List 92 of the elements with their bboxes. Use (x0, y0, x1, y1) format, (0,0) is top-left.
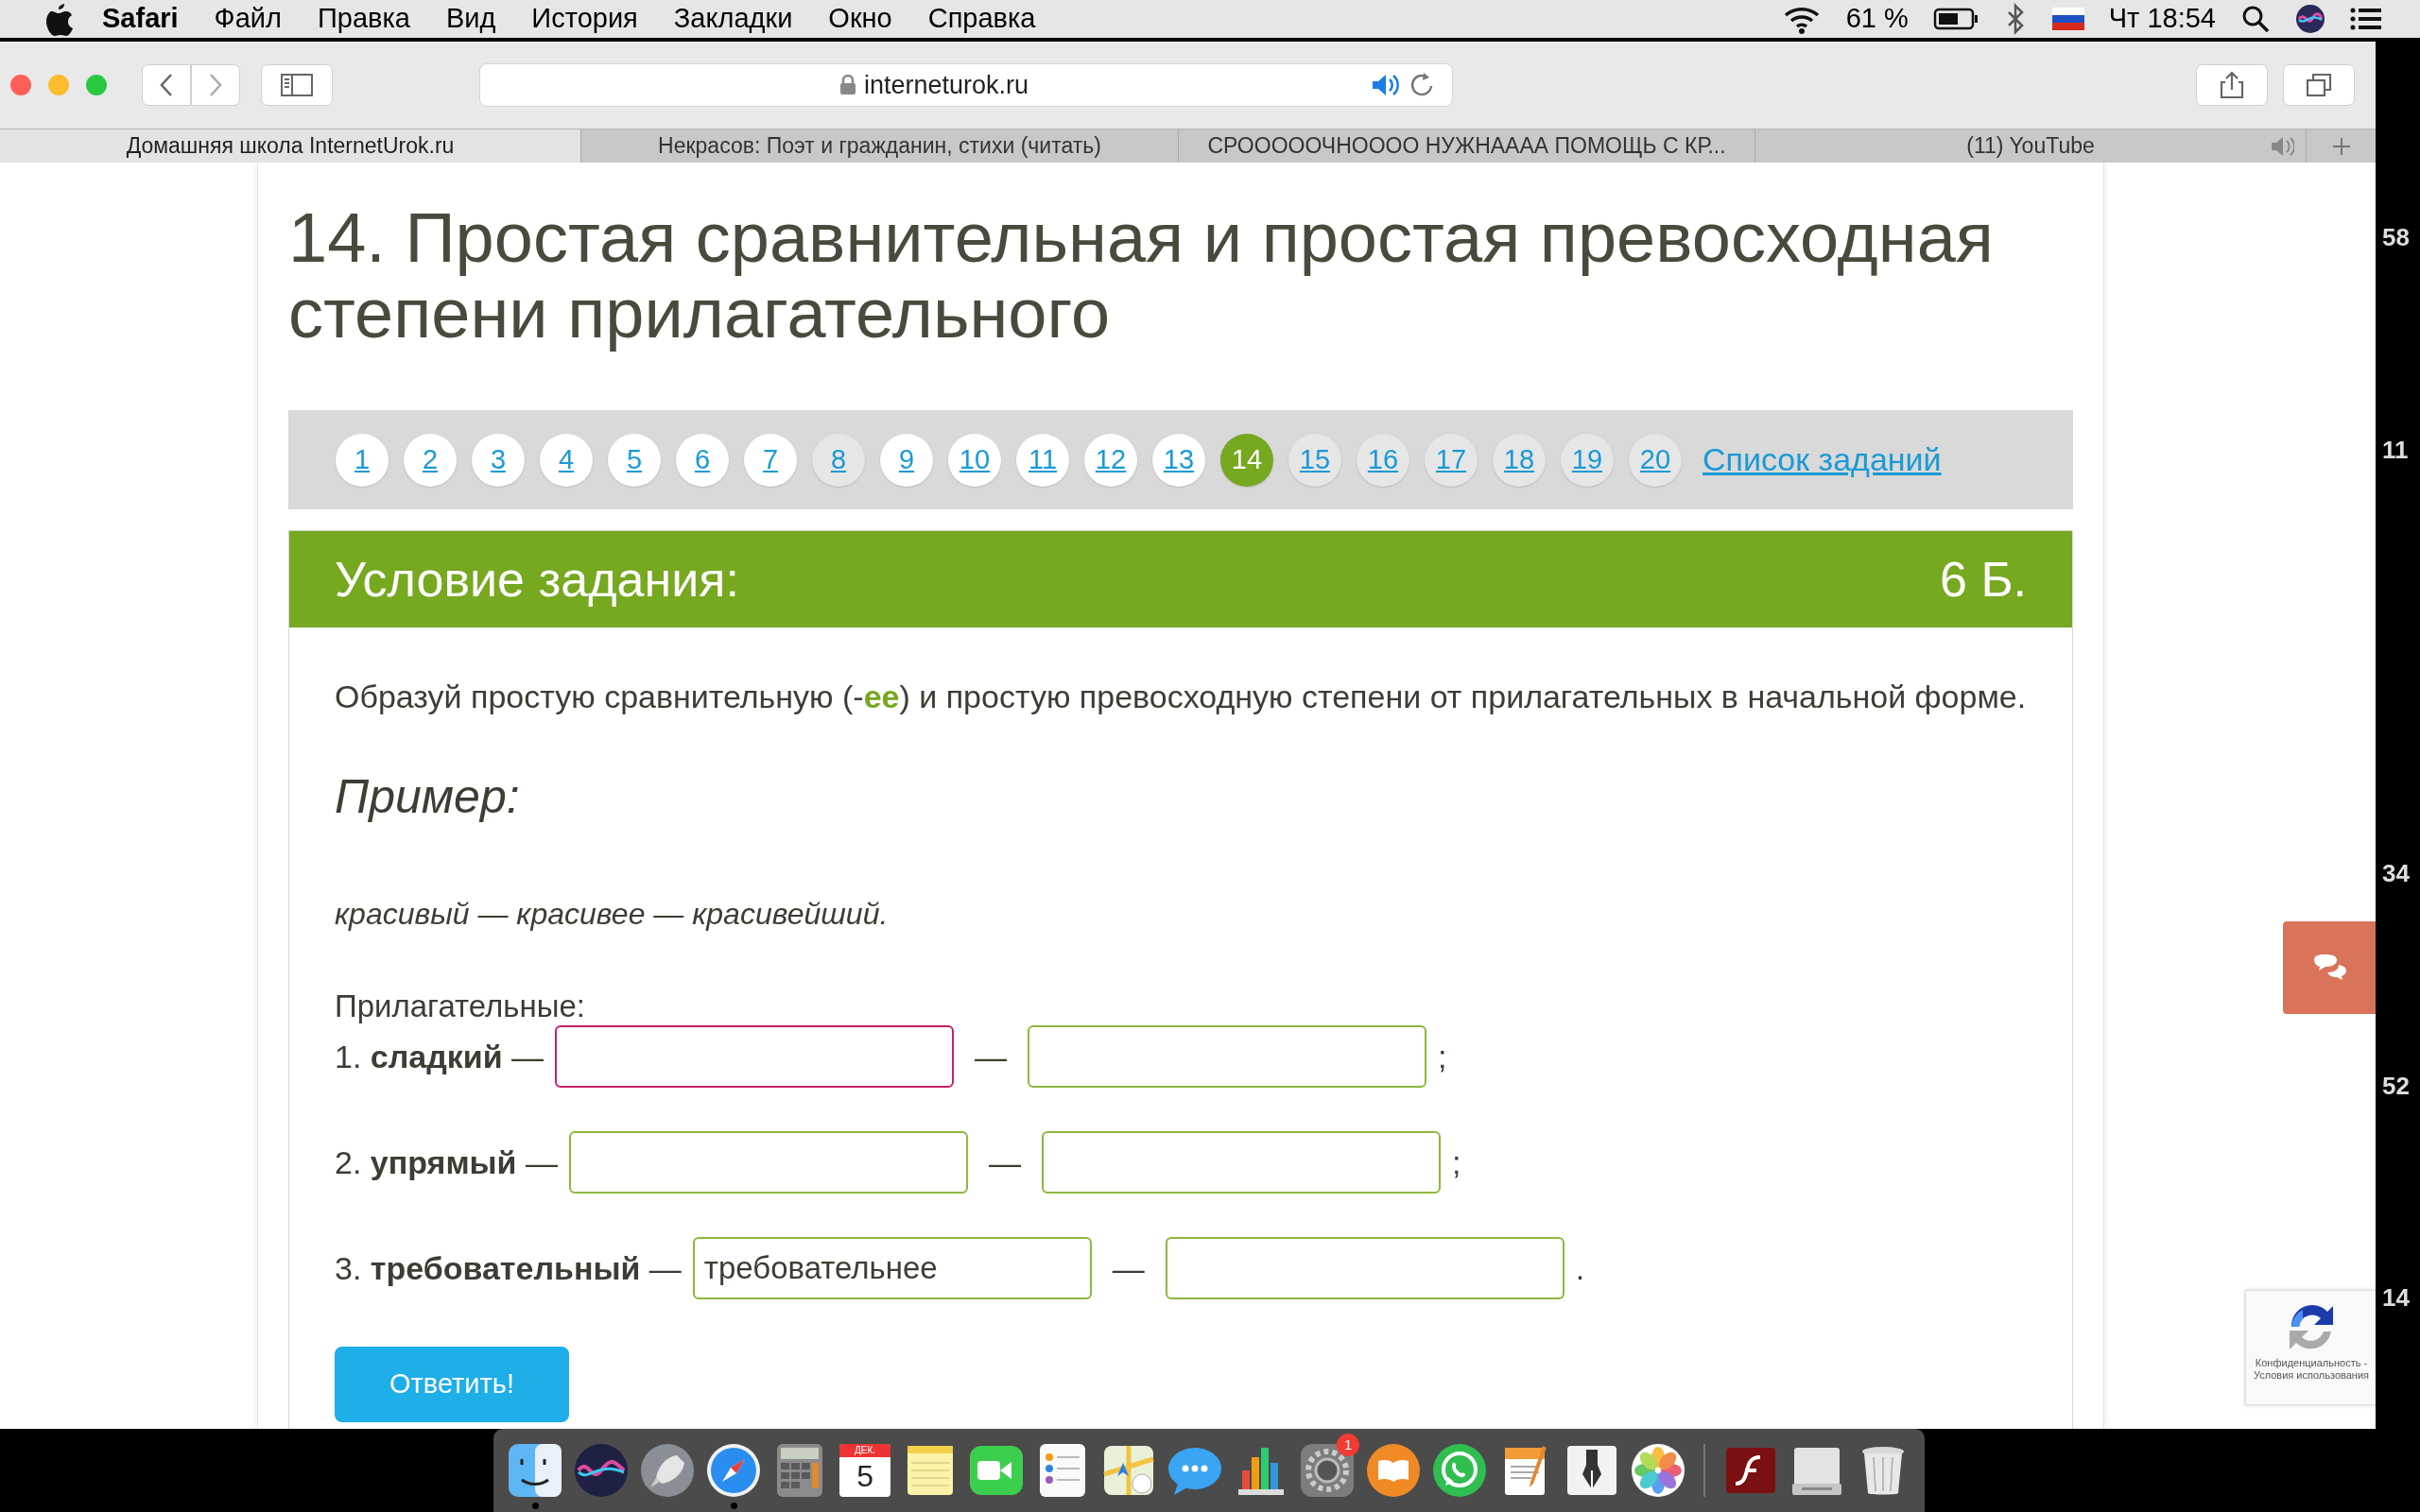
flower-icon[interactable] (1630, 1442, 1687, 1499)
notification-badge: 1 (1337, 1434, 1360, 1456)
back-button[interactable] (142, 64, 191, 106)
tabs-overview-button[interactable] (2283, 64, 2355, 106)
answer-field[interactable] (568, 1131, 968, 1194)
task-number-link[interactable]: 16 (1357, 433, 1409, 487)
task-number-link[interactable]: 9 (880, 433, 933, 487)
submit-button[interactable]: Ответить! (335, 1347, 569, 1422)
answer-field[interactable] (1165, 1237, 1564, 1299)
tabs-icon (2306, 73, 2332, 97)
address-text: interneturok.ru (863, 69, 1029, 101)
menu-item[interactable]: История (531, 0, 638, 40)
siri-icon[interactable] (2295, 4, 2325, 34)
menu-item[interactable]: Файл (214, 0, 282, 40)
task-number-link[interactable]: 4 (540, 433, 593, 487)
dash-text: — (975, 1037, 1008, 1076)
answer-field[interactable] (1041, 1131, 1441, 1194)
adjectives-label: Прилагательные: (335, 988, 586, 1025)
reload-icon[interactable] (1409, 72, 1435, 98)
answer-field[interactable] (1028, 1025, 1427, 1088)
book-icon[interactable] (1365, 1442, 1423, 1499)
browser-tab[interactable]: Домашняя школа InternetUrok.ru (0, 129, 581, 163)
menu-item[interactable]: Закладки (673, 0, 793, 40)
recaptcha-links[interactable]: Конфиденциальность - Условия использования (2246, 1357, 2376, 1382)
app-menu[interactable]: Safari (102, 0, 179, 40)
share-icon (2219, 71, 2245, 99)
task-number-link[interactable]: 11 (1016, 433, 1069, 487)
adjective-label: 1. сладкий — (335, 1037, 544, 1076)
adjective-label: 2. упрямый — (335, 1143, 558, 1182)
sidebar-button[interactable] (261, 64, 333, 106)
chat-button[interactable] (2283, 921, 2376, 1014)
phone-bubble-icon[interactable] (1431, 1442, 1489, 1499)
task-number-link[interactable]: 7 (744, 433, 797, 487)
compass-icon[interactable] (705, 1442, 762, 1499)
search-icon[interactable] (2240, 4, 2271, 34)
adjective-label: 3. требовательный — (335, 1248, 682, 1288)
share-button[interactable] (2196, 64, 2268, 106)
task-number-link[interactable]: 17 (1425, 433, 1478, 487)
desktop-label: 14 (2382, 1282, 2410, 1314)
task-list-link[interactable]: Список заданий (1703, 436, 1942, 484)
menu-item[interactable]: Справка (927, 0, 1036, 40)
instruction-text: Образуй простую сравнительную (-ее) и простую превосходную степени от прилагательных в начальной форме. (335, 678, 2027, 716)
task-number-link[interactable]: 6 (676, 433, 729, 487)
list-icon[interactable] (2350, 6, 2382, 32)
dash-text: — (1112, 1248, 1145, 1288)
answer-field[interactable] (555, 1025, 955, 1088)
dash-text: — (988, 1143, 1021, 1182)
menu-item[interactable]: Правка (317, 0, 410, 40)
task-header-title: Условие задания: (335, 551, 739, 609)
task-number-link[interactable]: 5 (608, 433, 661, 487)
finder-face-icon[interactable] (507, 1442, 563, 1499)
desktop-label: 52 (2382, 1071, 2410, 1102)
task-number-link[interactable]: 10 (948, 433, 1001, 487)
menu-item[interactable]: Окно (828, 0, 892, 40)
task-number-link[interactable]: 3 (472, 433, 525, 487)
task-number-link[interactable]: 12 (1084, 433, 1137, 487)
siri-icon[interactable] (573, 1442, 630, 1499)
calendar-icon[interactable]: ДЕК. 5 (839, 1444, 891, 1497)
answer-field[interactable]: требовательнее (692, 1237, 1092, 1299)
menu-clock[interactable]: Чт 18:54 (2108, 0, 2216, 40)
speaker-icon[interactable] (1371, 72, 1399, 98)
address-bar[interactable]: interneturok.ru (479, 63, 1453, 107)
punctuation-mark: . (1575, 1248, 1585, 1288)
battery-icon[interactable] (1932, 7, 1979, 31)
task-number-link[interactable]: 15 (1288, 433, 1341, 487)
gear-icon[interactable] (1299, 1442, 1357, 1499)
example-heading: Пример: (335, 769, 521, 825)
task-number-link[interactable]: 2 (404, 433, 457, 487)
battery-percent: 61 % (1845, 2, 1909, 36)
task-points: 6 Б. (1940, 551, 2027, 609)
calendar-month: ДЕК. (839, 1444, 891, 1457)
task-number-link[interactable]: 13 (1152, 433, 1205, 487)
task-number-link[interactable]: 18 (1493, 433, 1546, 487)
close-button[interactable] (9, 74, 32, 96)
desktop-label: 58 (2382, 222, 2410, 253)
page-title: 14. Простая сравнительная и простая превосходная степени прилагательного (288, 200, 1995, 352)
lock-icon (838, 75, 856, 95)
task-number-link[interactable]: 8 (812, 433, 865, 487)
task-number-link[interactable]: 1 (336, 433, 389, 487)
task-number-link[interactable]: 19 (1561, 433, 1614, 487)
flag-icon[interactable] (2051, 8, 2084, 30)
menu-item[interactable]: Вид (445, 0, 496, 40)
punctuation-mark: ; (1438, 1037, 1447, 1076)
desktop-label: 34 (2382, 858, 2410, 889)
calendar-day: 5 (856, 1457, 873, 1495)
task-number-link[interactable]: 14 (1220, 433, 1273, 487)
sidebar-icon (281, 74, 313, 96)
new-tab-icon[interactable] (2330, 135, 2352, 157)
task-number-link[interactable]: 20 (1629, 433, 1682, 487)
punctuation-mark: ; (1451, 1143, 1461, 1182)
example-text: красивый — красивее — красивейший. (335, 896, 890, 933)
desktop-label: 11 (2382, 435, 2409, 466)
